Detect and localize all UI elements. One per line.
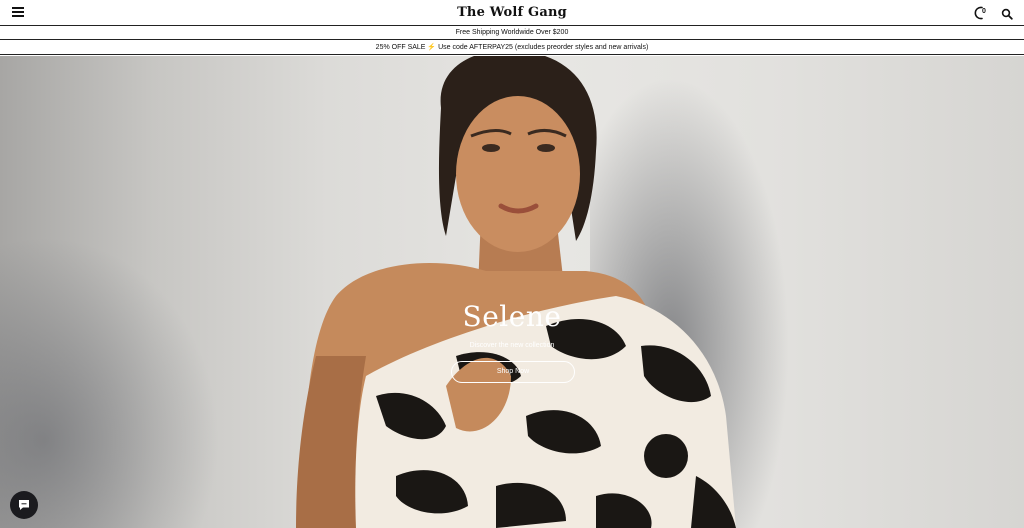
- sale-announcement[interactable]: 25% OFF SALE ⚡ Use code AFTERPAY25 (excl…: [0, 41, 1024, 55]
- sale-text: Use code AFTERPAY25 (excludes preorder s…: [438, 44, 649, 51]
- chat-bubble-icon: [19, 500, 29, 510]
- hero-subtitle: Discover the new collection: [469, 342, 555, 349]
- site-header: The Wolf Gang 0: [0, 0, 1024, 26]
- cart-count: 0: [982, 8, 986, 15]
- hero-banner: Selene Discover the new collection Shop …: [0, 56, 1024, 528]
- hero-title: Selene: [462, 300, 562, 333]
- site-logo[interactable]: The Wolf Gang: [0, 5, 1024, 20]
- search-icon: [1001, 8, 1013, 20]
- cart-button[interactable]: 0: [973, 5, 991, 21]
- sale-prefix: 25% OFF SALE: [375, 44, 426, 51]
- shipping-announcement: Free Shipping Worldwide Over $200: [0, 26, 1024, 40]
- shipping-text: Free Shipping Worldwide Over $200: [455, 29, 569, 36]
- lightning-icon: ⚡: [427, 44, 437, 51]
- search-button[interactable]: [1001, 7, 1013, 20]
- hero-model-image: [296, 56, 736, 528]
- chat-button[interactable]: [10, 491, 38, 519]
- wall-shadow-left: [0, 236, 220, 528]
- shop-now-button[interactable]: Shop Now: [451, 361, 575, 383]
